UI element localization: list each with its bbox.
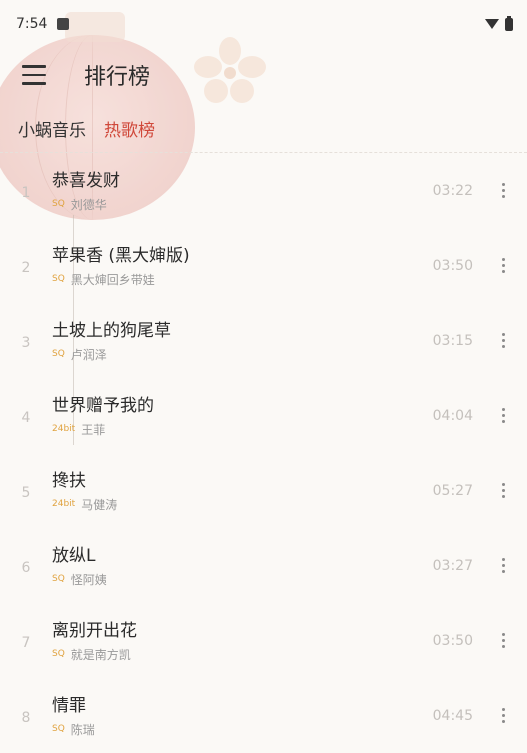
more-options-icon[interactable] <box>491 554 515 578</box>
quality-badge: SQ <box>52 274 65 284</box>
status-bar: 7:54 <box>0 0 527 48</box>
song-duration: 03:50 <box>432 632 473 649</box>
more-options-icon[interactable] <box>491 479 515 503</box>
song-rank: 6 <box>21 559 31 576</box>
song-row[interactable]: 4 世界赠予我的 24bit 王菲 04:04 <box>0 378 527 453</box>
more-options-icon[interactable] <box>491 329 515 353</box>
page-title: 排行榜 <box>84 65 151 90</box>
more-options-icon[interactable] <box>491 179 515 203</box>
song-rank: 1 <box>21 184 31 201</box>
song-duration: 03:22 <box>432 182 473 199</box>
song-row[interactable]: 5 搀扶 24bit 马健涛 05:27 <box>0 453 527 528</box>
song-rank: 3 <box>21 334 31 351</box>
song-artist: 卢润泽 <box>70 347 107 362</box>
song-rank: 5 <box>21 484 31 501</box>
song-rank: 4 <box>21 409 31 426</box>
more-options-icon[interactable] <box>491 404 515 428</box>
quality-badge: SQ <box>52 649 65 659</box>
song-row[interactable]: 3 土坡上的狗尾草 SQ 卢润泽 03:15 <box>0 303 527 378</box>
song-title: 搀扶 <box>52 470 86 491</box>
song-row[interactable]: 2 苹果香 (黑大婶版) SQ 黑大婶回乡带娃 03:50 <box>0 228 527 303</box>
song-title: 土坡上的狗尾草 <box>52 320 171 341</box>
menu-icon[interactable] <box>22 50 52 100</box>
chart-tabs: 小蜗音乐 热歌榜 <box>0 105 527 153</box>
quality-badge: SQ <box>52 199 65 209</box>
song-row[interactable]: 8 情罪 SQ 陈瑞 04:45 <box>0 678 527 753</box>
song-title: 放纵L <box>52 545 96 566</box>
more-options-icon[interactable] <box>491 704 515 728</box>
song-row[interactable]: 1 恭喜发财 SQ 刘德华 03:22 <box>0 153 527 228</box>
song-artist: 黑大婶回乡带娃 <box>70 272 155 287</box>
song-title: 恭喜发财 <box>52 170 120 191</box>
song-artist: 怪阿姨 <box>70 572 107 587</box>
song-duration: 04:45 <box>432 707 473 724</box>
more-options-icon[interactable] <box>491 629 515 653</box>
song-row[interactable]: 6 放纵L SQ 怪阿姨 03:27 <box>0 528 527 603</box>
song-duration: 05:27 <box>432 482 473 499</box>
song-duration: 03:15 <box>432 332 473 349</box>
song-title: 世界赠予我的 <box>52 395 154 416</box>
song-duration: 04:04 <box>432 407 473 424</box>
song-rank: 7 <box>21 634 31 651</box>
tab-hot-songs[interactable]: 热歌榜 <box>104 116 155 141</box>
song-list: 1 恭喜发财 SQ 刘德华 03:22 2 苹果香 (黑大婶版) SQ 黑大婶回… <box>0 153 527 753</box>
quality-badge: SQ <box>52 724 65 734</box>
toolbar: 排行榜 <box>0 50 527 100</box>
song-artist: 马健涛 <box>81 497 118 512</box>
more-options-icon[interactable] <box>491 254 515 278</box>
quality-badge: SQ <box>52 574 65 584</box>
quality-badge: 24bit <box>52 424 76 434</box>
song-artist: 王菲 <box>81 422 106 437</box>
song-artist: 刘德华 <box>70 197 107 212</box>
sim-card-icon <box>57 18 70 30</box>
song-title: 离别开出花 <box>52 620 137 641</box>
quality-badge: 24bit <box>52 499 76 509</box>
song-title: 情罪 <box>52 695 86 716</box>
wifi-icon <box>485 19 499 29</box>
tab-xiaowo-music[interactable]: 小蜗音乐 <box>18 116 86 141</box>
battery-icon <box>505 15 513 31</box>
song-duration: 03:27 <box>432 557 473 574</box>
song-rank: 8 <box>21 709 31 726</box>
song-title: 苹果香 (黑大婶版) <box>52 245 190 266</box>
song-duration: 03:50 <box>432 257 473 274</box>
song-artist: 陈瑞 <box>70 722 95 737</box>
song-rank: 2 <box>21 259 31 276</box>
song-row[interactable]: 7 离别开出花 SQ 就是南方凯 03:50 <box>0 603 527 678</box>
quality-badge: SQ <box>52 349 65 359</box>
song-artist: 就是南方凯 <box>70 647 131 662</box>
status-time: 7:54 <box>16 16 48 32</box>
